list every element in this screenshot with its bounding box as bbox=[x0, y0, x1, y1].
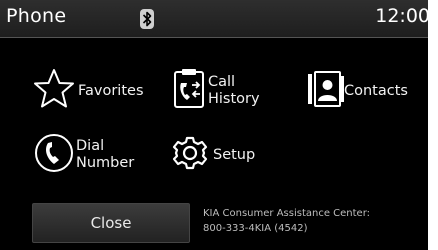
assistance-info: KIA Consumer Assistance Center: 800-333-… bbox=[203, 206, 428, 236]
call-history-button[interactable]: Call History bbox=[172, 68, 260, 114]
contacts-button[interactable]: Contacts bbox=[306, 70, 408, 112]
gear-icon bbox=[171, 135, 209, 175]
contacts-icon bbox=[306, 70, 344, 112]
assistance-phone-number: 800-333-4KIA (4542) bbox=[203, 223, 308, 234]
setup-label: Setup bbox=[213, 146, 256, 163]
call-history-icon bbox=[172, 68, 206, 114]
page-title: Phone bbox=[6, 5, 67, 27]
bluetooth-icon bbox=[140, 9, 154, 29]
status-bar: Phone 12:00 bbox=[0, 0, 430, 38]
favorites-button[interactable]: Favorites bbox=[32, 68, 144, 114]
close-button[interactable]: Close bbox=[32, 203, 190, 243]
call-history-label: Call History bbox=[208, 74, 260, 107]
dial-phone-icon bbox=[34, 133, 74, 177]
assistance-center-label: KIA Consumer Assistance Center: bbox=[203, 208, 371, 219]
dial-number-label: Dial Number bbox=[76, 138, 135, 171]
star-icon bbox=[32, 68, 76, 114]
setup-button[interactable]: Setup bbox=[171, 135, 255, 175]
favorites-label: Favorites bbox=[78, 82, 144, 99]
dial-number-button[interactable]: Dial Number bbox=[34, 133, 134, 177]
phone-screen: Phone 12:00 Favorites Call History Conta… bbox=[0, 0, 430, 250]
contacts-label: Contacts bbox=[344, 82, 408, 99]
clock: 12:00 bbox=[375, 5, 430, 27]
